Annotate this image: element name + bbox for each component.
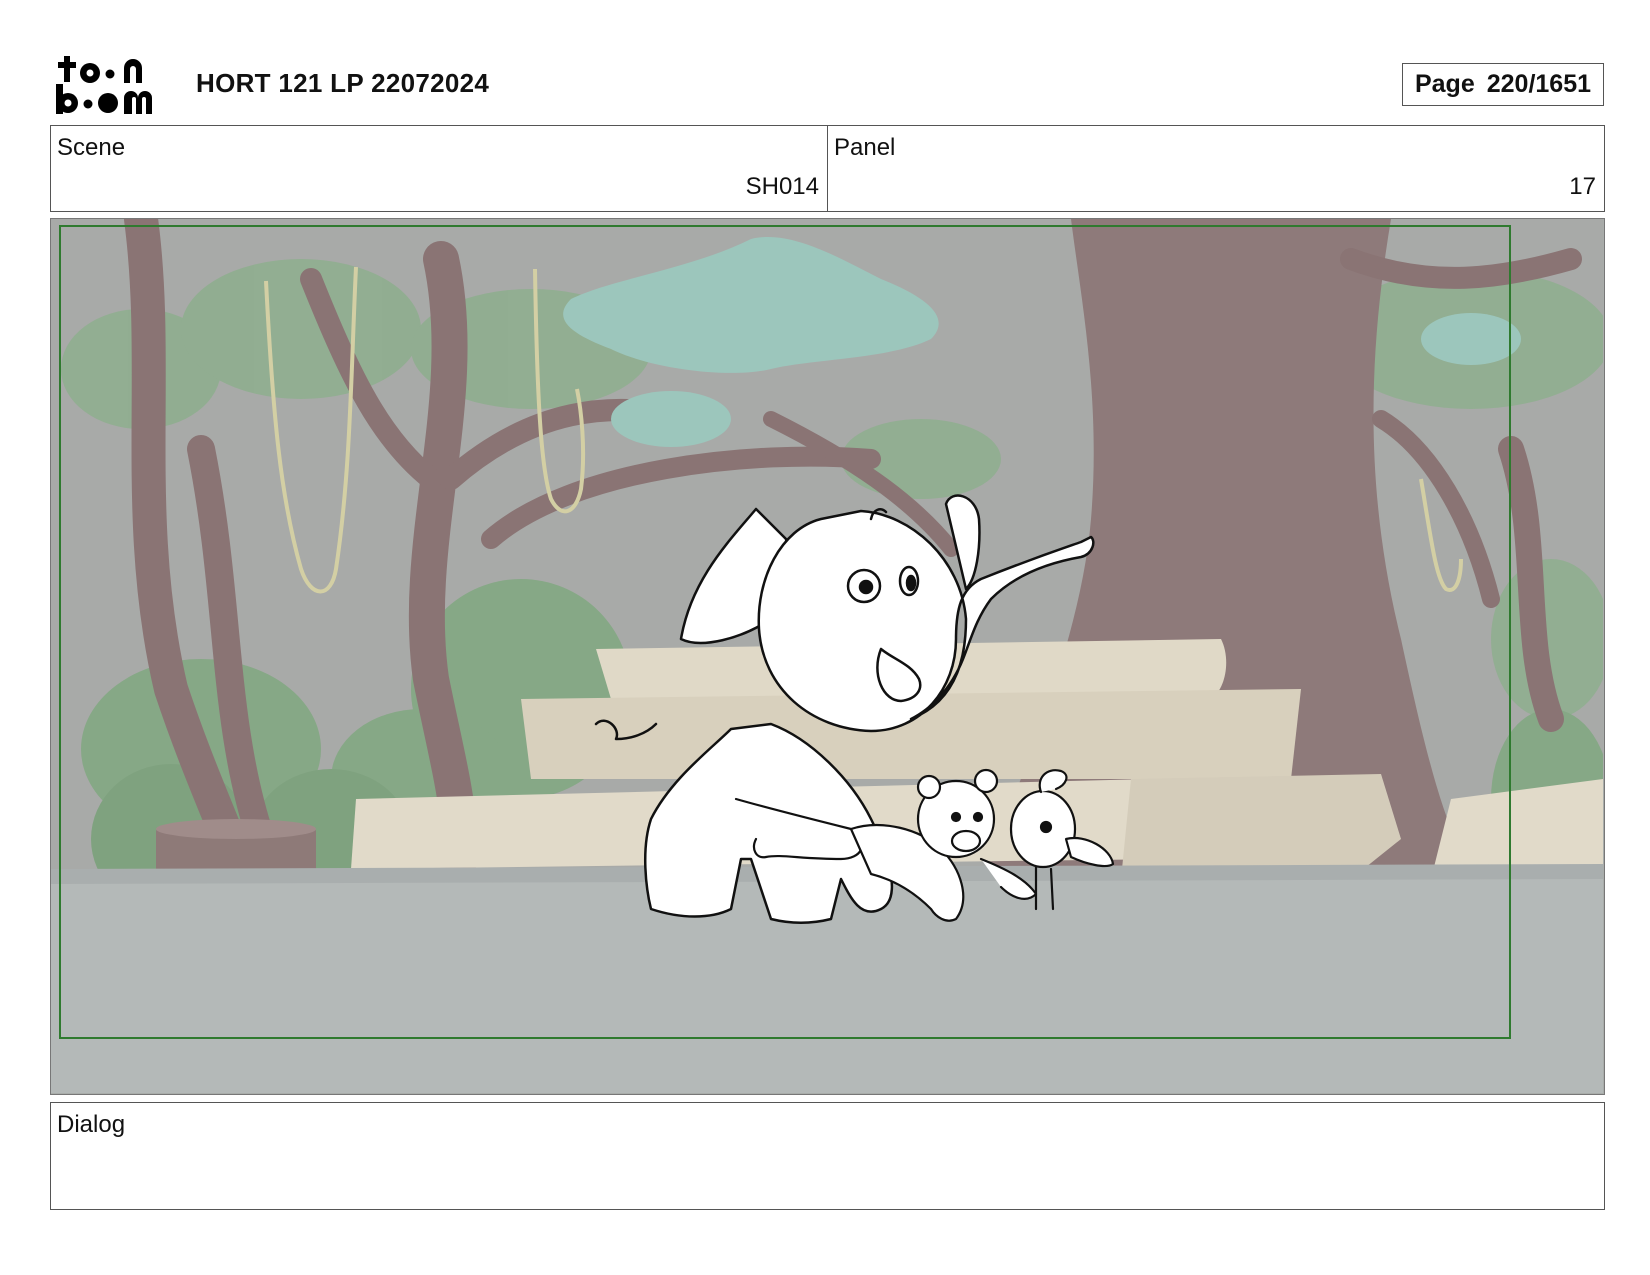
scene-label: Scene bbox=[57, 134, 126, 161]
page-number: 220/1651 bbox=[1486, 70, 1592, 98]
dialog-label: Dialog bbox=[57, 1111, 126, 1138]
panel-label: Panel bbox=[834, 134, 896, 161]
scene-panel-row: Scene SH014 Panel 17 bbox=[50, 125, 1605, 212]
document-title: HORT 121 LP 22072024 bbox=[196, 68, 490, 98]
scene-value: SH014 bbox=[745, 173, 819, 200]
dialog-box: Dialog bbox=[50, 1102, 1605, 1210]
panel-cell: Panel 17 bbox=[827, 126, 1604, 211]
scene-cell: Scene SH014 bbox=[51, 126, 827, 211]
storyboard-frame bbox=[50, 218, 1605, 1095]
toon-boom-logo bbox=[56, 56, 152, 114]
panel-value: 17 bbox=[1569, 173, 1596, 200]
storyboard-image bbox=[51, 219, 1603, 1093]
page-indicator: Page 220/1651 bbox=[1402, 63, 1604, 106]
page-label: Page bbox=[1414, 70, 1475, 98]
